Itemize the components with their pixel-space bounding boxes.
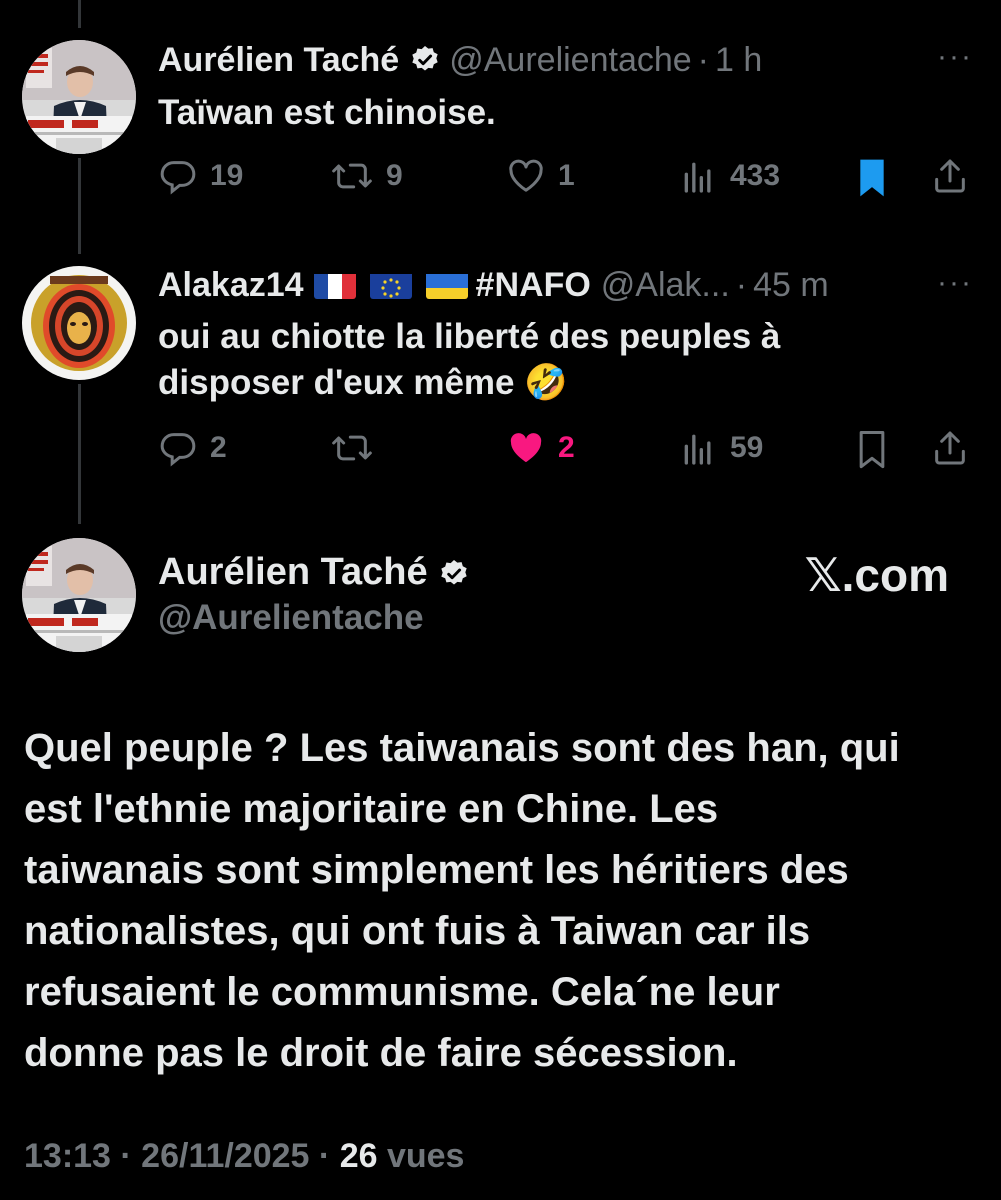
- share-button[interactable]: [930, 428, 970, 468]
- bookmark-button[interactable]: [852, 428, 892, 472]
- views-icon: [684, 162, 711, 193]
- avatar[interactable]: [22, 40, 136, 154]
- view-count: 433: [730, 159, 781, 192]
- main-text-line: donne pas le droit de faire sécession.: [24, 1031, 738, 1075]
- tweet-time[interactable]: 1 h: [715, 40, 762, 80]
- tweet-text-line: oui au chiotte la liberté des peuples à: [158, 317, 781, 356]
- retweet-icon: [332, 163, 372, 189]
- reply-button[interactable]: 2: [158, 428, 227, 468]
- thread-line-top: [78, 0, 81, 28]
- like-count: 1: [558, 159, 575, 192]
- tweet-actions: 19 9 1 433: [158, 152, 977, 202]
- retweet-icon: [332, 435, 372, 461]
- tweet-actions: 2 2 59: [158, 424, 977, 474]
- retweet-button[interactable]: 9: [330, 156, 403, 196]
- views-button[interactable]: 433: [678, 156, 780, 196]
- author-handle[interactable]: @Aurelientache: [158, 598, 424, 638]
- bookmark-button[interactable]: [852, 156, 892, 200]
- author-name[interactable]: Aurélien Taché: [158, 40, 399, 80]
- main-text-line: taiwanais sont simplement les héritiers …: [24, 848, 849, 892]
- main-tweet-text: Quel peuple ? Les taiwanais sont des han…: [24, 718, 974, 1084]
- france-flag-icon: [313, 271, 356, 299]
- author-handle[interactable]: @Aurelientache: [449, 40, 691, 80]
- eu-flag-icon: [369, 271, 412, 299]
- reply-icon: [160, 161, 196, 195]
- like-count: 2: [558, 431, 575, 464]
- share-icon: [935, 159, 965, 193]
- retweet-count: 9: [386, 159, 403, 192]
- author-name[interactable]: Alakaz14: [158, 265, 304, 305]
- verified-badge-icon: [438, 557, 470, 589]
- retweet-button[interactable]: [330, 428, 374, 468]
- main-text-line: refusaient le communisme. Cela´ne leur: [24, 970, 780, 1014]
- views-icon: [684, 434, 711, 465]
- avatar[interactable]: [22, 266, 136, 380]
- timestamp[interactable]: 13:13 · 26/11/2025 ·: [24, 1137, 340, 1175]
- separator: ·: [697, 41, 709, 79]
- thread-line-1: [78, 158, 81, 254]
- main-author-row: Aurélien Taché: [158, 551, 478, 594]
- heart-icon: [509, 159, 543, 192]
- reply-button[interactable]: 19: [158, 156, 243, 196]
- avatar[interactable]: [22, 538, 136, 652]
- views-label: vues: [377, 1137, 465, 1175]
- tweet-metadata: 13:13 · 26/11/2025 · 26 vues: [24, 1137, 464, 1176]
- author-hashtag[interactable]: #NAFO: [476, 265, 591, 305]
- tweet-header: Alakaz14 #NAFO @Alak... · 45 m: [158, 265, 829, 305]
- share-button[interactable]: [930, 156, 970, 196]
- author-handle[interactable]: @Alak...: [601, 265, 730, 305]
- author-name[interactable]: Aurélien Taché: [158, 551, 428, 594]
- like-button[interactable]: 2: [506, 428, 575, 468]
- share-icon: [935, 431, 965, 465]
- ukraine-flag-icon: [425, 271, 468, 299]
- main-text-line: Quel peuple ? Les taiwanais sont des han…: [24, 726, 900, 770]
- reply-count: 2: [210, 431, 227, 464]
- bookmark-icon: [859, 431, 885, 469]
- view-count: 59: [730, 431, 764, 464]
- tweet-header: Aurélien Taché @Aurelientache · 1 h: [158, 40, 762, 80]
- tweet-text-line: disposer d'eux même 🤣: [158, 363, 568, 402]
- thread-line-2: [78, 384, 81, 524]
- views-count: 26: [339, 1137, 378, 1175]
- main-text-line: nationalistes, qui ont fuis à Taiwan car…: [24, 909, 811, 953]
- verified-badge-icon: [409, 44, 441, 76]
- more-options-icon[interactable]: ···: [937, 40, 973, 74]
- reply-count: 19: [210, 159, 244, 192]
- views-button[interactable]: 59: [678, 428, 763, 468]
- more-options-icon[interactable]: ···: [937, 266, 973, 300]
- x-com-logo: 𝕏.com: [804, 549, 949, 601]
- reply-icon: [160, 433, 196, 467]
- main-text-line: est l'ethnie majoritaire en Chine. Les: [24, 787, 719, 831]
- tweet-text: oui au chiotte la liberté des peuples à …: [158, 314, 958, 406]
- bookmark-filled-icon: [860, 159, 884, 197]
- like-button[interactable]: 1: [506, 156, 575, 196]
- tweet-time[interactable]: 45 m: [753, 265, 829, 305]
- tweet-text: Taïwan est chinoise.: [158, 93, 496, 132]
- separator: ·: [735, 266, 748, 304]
- heart-filled-icon: [510, 433, 542, 463]
